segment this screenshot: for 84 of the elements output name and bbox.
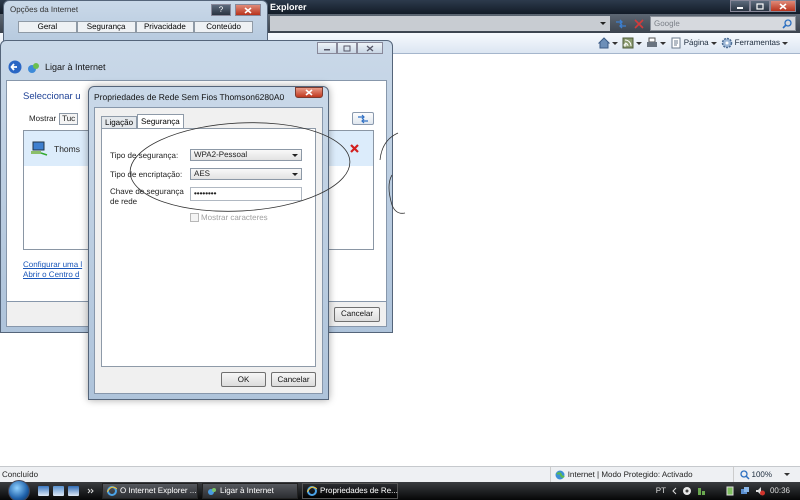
tab[interactable]: Segurança: [76, 21, 136, 33]
tab[interactable]: Ligação: [101, 116, 138, 128]
field-label: Tipo de segurança:: [110, 151, 180, 161]
password-field[interactable]: ••••••••: [190, 187, 302, 201]
address-field[interactable]: [270, 16, 610, 31]
link[interactable]: Configurar uma l: [23, 260, 82, 270]
zoom-icon: [740, 470, 750, 480]
browser-icon: [107, 486, 117, 496]
network-name: Thoms: [54, 144, 80, 154]
caret-icon: [292, 172, 298, 176]
battery-icon[interactable]: [724, 486, 735, 496]
tab[interactable]: Geral: [18, 21, 77, 33]
print-button[interactable]: [646, 37, 666, 49]
refresh-button[interactable]: [352, 112, 374, 126]
caret-icon: [292, 154, 298, 156]
monitors-icon[interactable]: [740, 486, 750, 496]
search-placeholder: Google: [654, 18, 681, 28]
restore-button[interactable]: [750, 0, 770, 12]
window-title: Opções da Internet: [10, 5, 78, 15]
tab[interactable]: Conteúdo: [194, 21, 253, 33]
chevron-icon[interactable]: [87, 488, 94, 494]
refresh-icon: [356, 113, 370, 124]
maximize-icon: [343, 44, 351, 52]
checkbox-label: Mostrar caracteres: [201, 213, 268, 223]
speaker-icon[interactable]: [754, 486, 765, 496]
tab[interactable]: Segurança: [137, 114, 184, 128]
feed-button[interactable]: [622, 37, 642, 49]
field-label: Chave de segurança de rede: [110, 187, 185, 206]
dialog-title: Propriedades de Rede Sem Fios Thomson6280A0: [94, 92, 284, 102]
taskbar-button[interactable]: O Internet Explorer ...: [102, 483, 198, 499]
show-dropdown[interactable]: Tuc: [59, 112, 78, 125]
close-button[interactable]: [235, 4, 261, 16]
gear-icon: [720, 37, 733, 49]
window-title: Ligar à Internet: [45, 62, 106, 72]
close-icon: [305, 89, 313, 96]
window-title: Explorer: [270, 2, 307, 12]
language-indicator[interactable]: PT: [656, 486, 666, 496]
dropdown-caret-icon[interactable]: [600, 22, 606, 25]
taskbar-button[interactable]: Ligar à Internet: [202, 483, 298, 499]
link[interactable]: Abrir o Centro d: [23, 270, 80, 280]
minimize-button[interactable]: [730, 0, 750, 12]
back-button[interactable]: [8, 60, 22, 74]
maximize-button[interactable]: [337, 42, 357, 54]
dropdown[interactable]: AES: [190, 168, 302, 180]
cancel-button[interactable]: Cancelar: [334, 306, 380, 322]
chevron-icon[interactable]: [670, 487, 677, 495]
start-button[interactable]: [8, 480, 30, 500]
search-icon[interactable]: [782, 18, 792, 28]
close-button[interactable]: [770, 0, 796, 12]
close-button[interactable]: [357, 42, 383, 54]
page-menu[interactable]: Página: [670, 37, 717, 49]
notepad-icon[interactable]: [38, 486, 49, 496]
restore-icon: [756, 2, 764, 10]
dropdown[interactable]: WPA2-Pessoal: [190, 149, 302, 161]
globe-icon: [554, 470, 565, 480]
close-icon: [366, 44, 374, 52]
home-icon: [598, 37, 610, 49]
page-heading: Seleccionar u: [23, 91, 81, 102]
ok-button[interactable]: OK: [221, 372, 266, 387]
network-icon: [207, 486, 217, 496]
cross-icon: [350, 144, 359, 154]
network-icon: [27, 60, 40, 74]
close-icon: [779, 2, 787, 10]
close-icon: [244, 6, 252, 14]
print-icon: [646, 37, 658, 49]
desktop-icon[interactable]: [68, 486, 79, 496]
minimize-button[interactable]: [317, 42, 337, 54]
feed-icon: [622, 37, 634, 49]
home-button[interactable]: [598, 37, 618, 49]
tab[interactable]: Privacidade: [136, 21, 194, 33]
cancel-button[interactable]: Cancelar: [271, 372, 316, 387]
signal-icon[interactable]: [696, 486, 707, 496]
close-button[interactable]: [295, 87, 323, 98]
taskbar-button[interactable]: Propriedades de Re...: [302, 483, 398, 499]
browser-icon: [307, 486, 317, 496]
help-button[interactable]: ?: [211, 4, 231, 16]
tools-menu[interactable]: Ferramentas: [720, 37, 788, 49]
disc-icon[interactable]: [682, 486, 692, 496]
show-label: Mostrar: [29, 114, 56, 124]
security-zone-text: Internet | Modo Protegido: Activado: [568, 470, 693, 480]
wireless-network-icon: [30, 140, 48, 157]
status-text: Concluído: [2, 470, 38, 480]
clock[interactable]: 00:36: [770, 486, 790, 496]
page-icon: [670, 37, 682, 49]
